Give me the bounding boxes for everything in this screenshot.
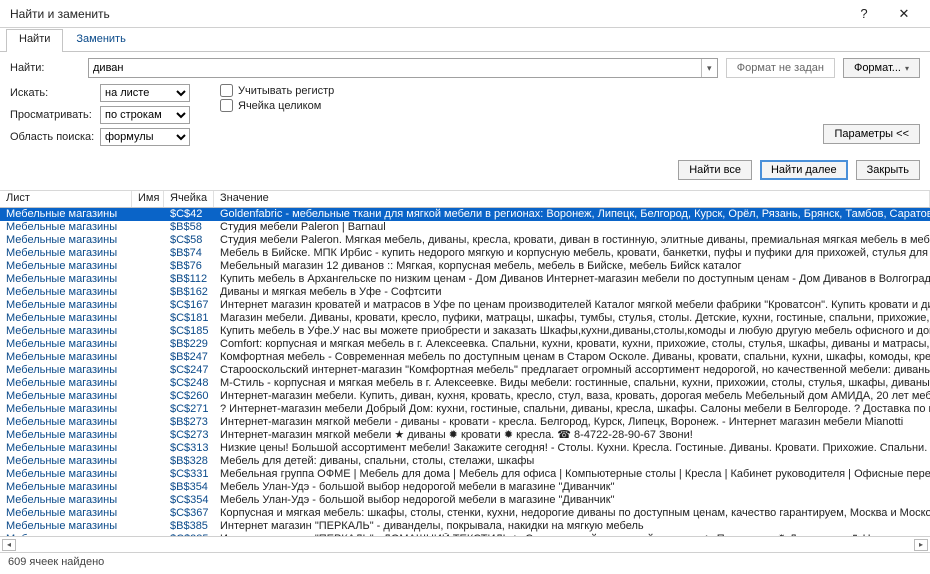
- table-row[interactable]: Мебельные магазины$C$58Студия мебели Pal…: [0, 234, 930, 247]
- table-row[interactable]: Мебельные магазины$C$247Старооскольский …: [0, 364, 930, 377]
- table-row[interactable]: Мебельные магазины$B$354Мебель Улан-Удэ …: [0, 481, 930, 494]
- table-row[interactable]: Мебельные магазины$B$385Интернет магазин…: [0, 520, 930, 533]
- table-row[interactable]: Мебельные магазины$C$42Goldenfabric - ме…: [0, 208, 930, 221]
- col-cell[interactable]: Ячейка: [164, 191, 214, 207]
- table-row[interactable]: Мебельные магазины$C$273Интернет-магазин…: [0, 429, 930, 442]
- table-row[interactable]: Мебельные магазины$C$181Магазин мебели. …: [0, 312, 930, 325]
- params-button[interactable]: Параметры <<: [823, 124, 920, 144]
- col-name[interactable]: Имя: [132, 191, 164, 207]
- scroll-right-icon[interactable]: ▸: [914, 539, 928, 551]
- table-row[interactable]: Мебельные магазины$B$76Мебельный магазин…: [0, 260, 930, 273]
- order-label: Просматривать:: [10, 109, 100, 121]
- find-all-button[interactable]: Найти все: [678, 160, 752, 180]
- table-row[interactable]: Мебельные магазины$C$167Интернет магазин…: [0, 299, 930, 312]
- find-next-button[interactable]: Найти далее: [760, 160, 848, 180]
- whole-checkbox[interactable]: Ячейка целиком: [220, 99, 334, 112]
- table-row[interactable]: Мебельные магазины$C$271? Интернет-магаз…: [0, 403, 930, 416]
- table-row[interactable]: Мебельные магазины$C$385Интернет магазин…: [0, 533, 930, 536]
- table-row[interactable]: Мебельные магазины$B$74Мебель в Бийске. …: [0, 247, 930, 260]
- table-row[interactable]: Мебельные магазины$B$229Comfort: корпусн…: [0, 338, 930, 351]
- format-button[interactable]: Формат...: [843, 58, 920, 78]
- table-row[interactable]: Мебельные магазины$C$248М-Стиль - корпус…: [0, 377, 930, 390]
- table-row[interactable]: Мебельные магазины$C$367Корпусная и мягк…: [0, 507, 930, 520]
- scope-label: Искать:: [10, 87, 100, 99]
- help-icon[interactable]: ?: [844, 0, 884, 28]
- table-row[interactable]: Мебельные магазины$B$273Интернет-магазин…: [0, 416, 930, 429]
- area-select[interactable]: формулы: [100, 128, 190, 146]
- format-unset: Формат не задан: [726, 58, 835, 78]
- col-value[interactable]: Значение: [214, 191, 930, 207]
- table-row[interactable]: Мебельные магазины$C$354Мебель Улан-Удэ …: [0, 494, 930, 507]
- table-row[interactable]: Мебельные магазины$C$260Интернет-магазин…: [0, 390, 930, 403]
- area-label: Область поиска:: [10, 131, 100, 143]
- case-checkbox[interactable]: Учитывать регистр: [220, 84, 334, 97]
- table-row[interactable]: Мебельные магазины$B$162Диваны и мягкая …: [0, 286, 930, 299]
- close-button[interactable]: Закрыть: [856, 160, 920, 180]
- order-select[interactable]: по строкам: [100, 106, 190, 124]
- tab-replace[interactable]: Заменить: [63, 29, 138, 52]
- window-title: Найти и заменить: [10, 7, 844, 21]
- find-input[interactable]: [88, 58, 718, 78]
- col-sheet[interactable]: Лист: [0, 191, 132, 207]
- table-row[interactable]: Мебельные магазины$C$331Мебельная группа…: [0, 468, 930, 481]
- table-row[interactable]: Мебельные магазины$C$313Низкие цены! Бол…: [0, 442, 930, 455]
- table-row[interactable]: Мебельные магазины$B$328Мебель для детей…: [0, 455, 930, 468]
- table-row[interactable]: Мебельные магазины$C$185Купить мебель в …: [0, 325, 930, 338]
- table-row[interactable]: Мебельные магазины$B$58Студия мебели Pal…: [0, 221, 930, 234]
- table-row[interactable]: Мебельные магазины$B$247Комфортная мебел…: [0, 351, 930, 364]
- find-label: Найти:: [10, 62, 80, 74]
- close-icon[interactable]: ✕: [884, 0, 924, 28]
- scope-select[interactable]: на листе: [100, 84, 190, 102]
- table-row[interactable]: Мебельные магазины$B$112Купить мебель в …: [0, 273, 930, 286]
- status-bar: 609 ячеек найдено: [0, 552, 930, 570]
- tab-find[interactable]: Найти: [6, 29, 63, 52]
- find-history-dropdown[interactable]: ▾: [701, 59, 717, 77]
- scroll-left-icon[interactable]: ◂: [2, 539, 16, 551]
